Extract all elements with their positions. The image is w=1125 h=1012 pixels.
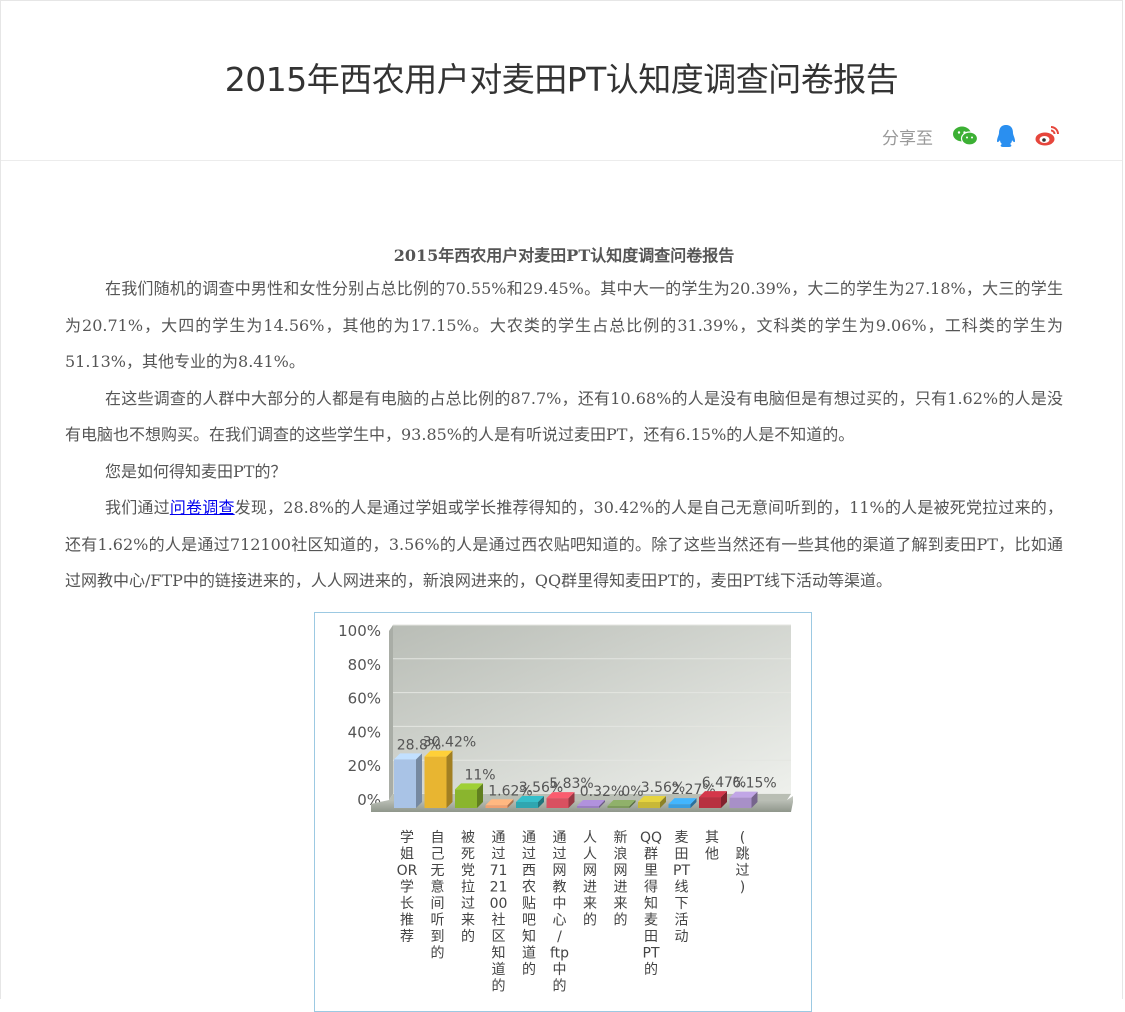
bar [516, 801, 538, 808]
x-category-label: 其他 [705, 830, 719, 863]
bar-side [446, 750, 453, 808]
bar-value-label: 0.32% [580, 784, 624, 800]
page: 2015年西农用户对麦田PT认知度调查问卷报告 分享至 2015年西农用户对麦田… [0, 0, 1123, 1012]
x-category-label: 通过西农贴吧知道的 [522, 830, 536, 978]
weibo-icon[interactable] [1033, 123, 1060, 150]
bar [699, 797, 721, 808]
share-label: 分享至 [882, 128, 933, 149]
paragraph-gender: 在我们随机的调查中男性和女性分别占总比例的70.55%和29.45%。其中大一的… [65, 279, 1063, 371]
share-bar: 分享至 [882, 122, 1060, 150]
paragraph-question: 您是如何得知麦田PT的？ [105, 461, 287, 481]
header: 2015年西农用户对麦田PT认知度调查问卷报告 分享至 [1, 1, 1122, 161]
x-category-label: 学姐 OR 学长推荐 [397, 830, 418, 945]
bar-chart: 0%20%40%60%80%100%28.8%学姐 OR 学长推荐30.42%自己无… [338, 622, 793, 995]
x-category-label: 自己无意间听到的 [431, 830, 445, 962]
paragraph-computer: 在这些调查的人群中大部分的人都是有电脑的占总比例的87.7%，还有10.68%的… [65, 388, 1063, 445]
x-category-label: 通过网教中心/ftp 中的 [550, 830, 569, 995]
bar [546, 798, 569, 808]
qq-icon[interactable] [992, 123, 1019, 150]
x-category-label: QQ 群里得知麦田 PT 的 [640, 830, 662, 978]
bar-side [416, 753, 422, 808]
x-category-label: (跳过) [736, 830, 750, 896]
y-tick-label: 100% [338, 622, 381, 640]
y-tick-label: 60% [348, 690, 381, 708]
bar-value-label: 6.15% [732, 776, 776, 792]
y-tick-label: 20% [348, 757, 381, 775]
bar-value-label: 30.42% [423, 735, 476, 751]
wechat-icon[interactable] [951, 123, 978, 150]
bar-value-label: 11% [464, 767, 495, 783]
bar [485, 805, 508, 808]
paragraph-channels: 我们通过问卷调查发现，28.8%的人是通过学姐或学长推荐得知的，30.42%的人… [65, 490, 1063, 600]
chart-side-wall [389, 625, 393, 800]
paragraph-channels-before: 我们通过 [105, 498, 170, 517]
x-category-label: 被死党拉过来的 [461, 830, 475, 945]
bar [729, 797, 752, 808]
bar [577, 806, 599, 808]
x-category-label: 通过 71 21 00 社区知道的 [490, 830, 508, 995]
x-category-label: 新浪网进来的 [614, 830, 628, 929]
bar [455, 789, 477, 808]
chart-back-wall [393, 625, 791, 794]
bar [638, 801, 660, 808]
bar [424, 756, 447, 808]
bar [607, 806, 630, 808]
bar [668, 804, 691, 808]
x-category-label: 麦田 PT 线下活动 [673, 830, 690, 945]
y-tick-label: 40% [348, 723, 381, 741]
survey-link[interactable]: 问卷调查 [170, 498, 235, 517]
article-body: 2015年西农用户对麦田PT认知度调查问卷报告 在我们随机的调查中男性和女性分别… [65, 241, 1063, 600]
bar [394, 759, 416, 808]
article-title: 2015年西农用户对麦田PT认知度调查问卷报告 [393, 246, 735, 265]
page-title: 2015年西农用户对麦田PT认知度调查问卷报告 [224, 60, 899, 99]
chart-container: 0% 20% 40% 60% 80% 100% 28.8% 学姐 OR 学长推荐 30.42% 自己无… [314, 612, 812, 1012]
y-tick-label: 80% [348, 656, 381, 674]
x-category-label: 人人网进来的 [583, 830, 597, 929]
